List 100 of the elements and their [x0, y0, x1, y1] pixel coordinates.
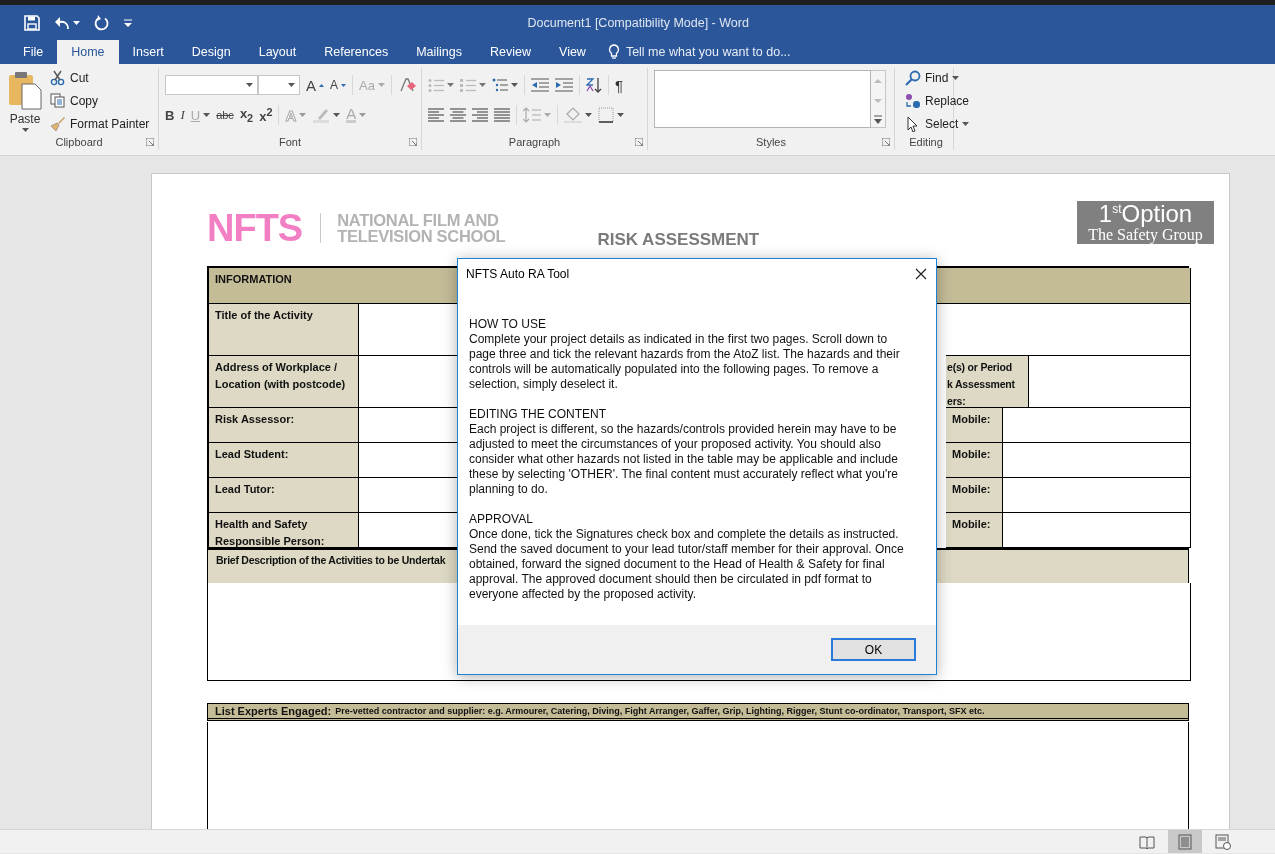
caret-icon [952, 75, 960, 80]
input-cell[interactable] [1003, 443, 1191, 478]
subscript-button[interactable]: x$_{2}$ [239, 105, 254, 125]
row-label: e(s) or Period k Assessment ers: [946, 356, 1029, 408]
justify-icon[interactable] [494, 108, 510, 122]
logo-text: NATIONAL FILM AND [337, 212, 500, 228]
redo-icon[interactable] [94, 14, 110, 31]
ribbon-tab[interactable]: Home [57, 40, 119, 64]
ribbon-tab[interactable]: Design [177, 40, 245, 64]
dialog-text: Complete your project details as indicated in the first two pages. Scroll down to page three and tick the relevant hazards from the AtoZ list. The hazards and their controls will be automatically populated into the following pages. To remove a selection, simply deselect it. [469, 332, 901, 392]
align-center-icon[interactable] [450, 108, 466, 122]
dialog-launcher-icon[interactable] [409, 138, 417, 146]
caret-icon [333, 113, 341, 117]
row-label: Mobile: [946, 478, 1003, 513]
caret-icon [299, 113, 307, 117]
ok-button[interactable]: OK [831, 638, 916, 661]
caret-icon [73, 20, 80, 25]
paste-button[interactable]: Paste [6, 68, 44, 134]
replace-icon [905, 92, 921, 109]
group-label: Clipboard [55, 136, 103, 148]
sort-icon[interactable] [586, 77, 602, 93]
caret-icon [962, 121, 970, 126]
superscript-button[interactable]: x$^{2}$ [259, 105, 273, 125]
multilevel-list-icon [492, 78, 508, 92]
window-title: Document1 [Compatibility Mode] - Word [527, 15, 748, 30]
section-hint: Pre-vetted contractor and supplier: e.g. Armourer, Catering, Diving, Fight Arranger, Gaffer, Grip, Lighting, Rigger, Stunt co-ordinator, Transport, SFX etc. [335, 706, 985, 716]
clear-formatting-icon[interactable] [397, 77, 416, 93]
caret-icon [377, 83, 385, 87]
numbered-list-icon [460, 78, 476, 92]
select-button[interactable]: Select [905, 114, 970, 133]
copy-icon [50, 92, 66, 109]
ribbon-tab[interactable]: File [9, 40, 58, 64]
ribbon-tab[interactable]: Insert [118, 40, 178, 64]
copy-button[interactable]: Copy [50, 91, 150, 110]
caret-icon [511, 83, 518, 87]
align-right-icon[interactable] [472, 108, 488, 122]
decrease-indent-icon[interactable] [531, 78, 549, 92]
dialog-title: NFTS Auto RA Tool [466, 267, 570, 281]
ribbon-tab[interactable]: References [310, 40, 403, 64]
grow-font-button[interactable]: A [306, 75, 324, 95]
increase-indent-icon[interactable] [555, 78, 573, 92]
undo-icon [54, 15, 70, 30]
input-cell[interactable] [1003, 513, 1191, 548]
bold-button[interactable]: B [165, 105, 175, 125]
align-left-icon[interactable] [428, 108, 444, 122]
caret-icon [288, 83, 295, 87]
caret-icon [246, 83, 253, 87]
shading-button[interactable] [564, 105, 592, 125]
caret-icon [617, 113, 624, 117]
italic-button[interactable]: I [180, 105, 185, 125]
input-cell[interactable] [946, 304, 1191, 356]
row-label: Lead Tutor: [209, 478, 359, 513]
find-button[interactable]: Find [905, 68, 970, 87]
dialog-launcher-icon[interactable] [635, 138, 643, 146]
save-icon[interactable] [24, 14, 40, 31]
section-heading: HOW TO USE [469, 317, 547, 332]
section-heading: EDITING THE CONTENT [469, 407, 608, 422]
shrink-font-button[interactable]: A [330, 75, 347, 95]
row-label: Mobile: [946, 408, 1003, 443]
logo-text: TELEVISION SCHOOL [337, 228, 506, 244]
row-label: Health and Safety Responsible Person: [209, 513, 359, 548]
cut-button[interactable]: Cut [50, 68, 150, 87]
strikethrough-button[interactable]: abc [216, 105, 234, 125]
triangle-icon [341, 83, 347, 87]
font-name-field[interactable] [165, 75, 258, 95]
bullet-list-icon [428, 78, 444, 92]
dialog-text: Each project is different, so the hazards/controls provided herein may have to be adjusted to meet the circumstances of your proposed activity. You should also consider what other hazards not listed in the table may be applicable and include these by selecting 'OTHER'. The final content must accurately reflect what you're planning to do. [469, 422, 899, 497]
dialog-launcher-icon[interactable] [146, 138, 154, 146]
ribbon-tab[interactable]: View [545, 40, 600, 64]
ribbon-tab[interactable]: Review [476, 40, 545, 64]
borders-button[interactable] [598, 105, 624, 125]
row-label: Title of the Activity [209, 304, 359, 356]
page-icon [1177, 833, 1193, 850]
close-icon[interactable] [915, 268, 927, 280]
caret-icon [359, 113, 367, 117]
caret-icon [585, 113, 592, 117]
format-painter-button[interactable]: Format Painter [50, 114, 150, 133]
dialog-launcher-icon[interactable] [882, 138, 890, 146]
group-label: Editing [909, 135, 943, 148]
lightbulb-icon [607, 44, 620, 60]
show-formatting-marks-button[interactable]: ¶ [615, 75, 624, 95]
caret-icon [447, 83, 454, 87]
font-size-field[interactable] [258, 75, 300, 95]
tell-me-field[interactable]: Tell me what you want to do... [607, 40, 826, 64]
brush-icon [50, 115, 66, 132]
customize-icon[interactable] [124, 18, 132, 27]
ribbon-tab[interactable]: Mailings [402, 40, 476, 64]
group-label: Font [279, 135, 301, 148]
row-label: Mobile: [946, 513, 1003, 548]
input-cell[interactable] [1029, 356, 1191, 408]
line-spacing-button[interactable] [523, 105, 551, 125]
document-heading: RISK ASSESSMENT [597, 230, 760, 250]
replace-button[interactable]: Replace [905, 91, 970, 110]
undo-button[interactable] [54, 15, 80, 30]
input-cell[interactable] [1003, 478, 1191, 513]
input-cell[interactable] [1003, 408, 1191, 443]
triangle-icon [319, 83, 324, 87]
group-label: Paragraph [508, 135, 561, 148]
clipboard-icon [8, 70, 42, 110]
ribbon-tab[interactable]: Layout [244, 40, 311, 64]
